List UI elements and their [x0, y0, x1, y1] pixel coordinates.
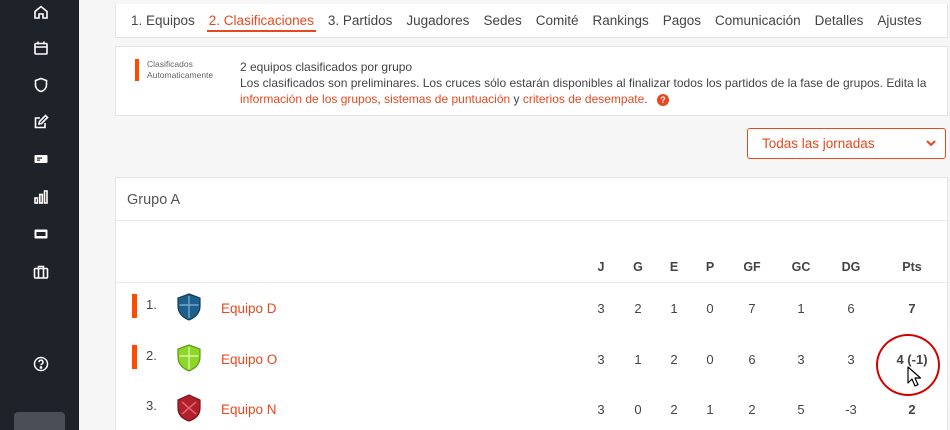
stat-dg: 3: [847, 352, 855, 367]
group-card: Grupo A J G E P GF GC DG Pts 1. Equipo D…: [115, 177, 948, 430]
round-filter-value: Todas las jornadas: [762, 136, 875, 151]
qualified-marker: [132, 294, 137, 318]
stat-gf: 7: [748, 301, 756, 316]
stat-gf: 2: [748, 402, 756, 417]
team-link[interactable]: Equipo D: [221, 301, 277, 316]
header-p: P: [705, 260, 715, 274]
header-g: G: [633, 260, 643, 274]
tab-clasificaciones[interactable]: 2. Clasificaciones: [206, 13, 316, 32]
tab-comunicacion[interactable]: Comunicación: [715, 13, 801, 28]
round-filter-select[interactable]: Todas las jornadas: [747, 128, 946, 159]
stat-e: 2: [670, 352, 678, 367]
qualified-legend-label: Clasificados Automaticamente: [147, 59, 214, 80]
briefcase-icon[interactable]: [31, 262, 51, 282]
edit-icon[interactable]: [31, 112, 51, 132]
table-row: 2. Equipo O 3 1 2 0 6 3 3 4 (-1): [116, 335, 949, 385]
group-info-link[interactable]: información de los grupos: [240, 92, 377, 106]
scoring-systems-link[interactable]: sistemas de puntuación: [384, 92, 510, 106]
ticket-icon[interactable]: [31, 149, 51, 169]
stat-j: 3: [597, 352, 605, 367]
info-links: información de los grupos, sistemas de p…: [240, 91, 940, 107]
stat-gc: 1: [797, 301, 805, 316]
position: 1.: [146, 297, 157, 312]
header-e: E: [669, 260, 679, 274]
tab-bar: 1. Equipos 2. Clasificaciones 3. Partido…: [115, 4, 948, 38]
team-shield-icon: [177, 293, 201, 321]
stat-gc: 3: [797, 352, 805, 367]
sidebar-bottom-button[interactable]: [14, 412, 65, 430]
divider: [116, 220, 947, 221]
team-link[interactable]: Equipo N: [221, 402, 277, 417]
team-link[interactable]: Equipo O: [221, 352, 277, 367]
stats-icon[interactable]: [31, 187, 51, 207]
header-pts: Pts: [902, 260, 922, 274]
position: 2.: [146, 348, 157, 363]
tab-partidos[interactable]: 3. Partidos: [328, 13, 393, 28]
qualified-marker: [132, 345, 137, 369]
help-icon[interactable]: ?: [656, 93, 669, 106]
info-text: 2 equipos clasificados por grupo Los cla…: [240, 59, 940, 107]
tab-ajustes[interactable]: Ajustes: [877, 13, 921, 28]
stat-g: 0: [634, 402, 642, 417]
stat-gf: 6: [748, 352, 756, 367]
stat-e: 2: [670, 402, 678, 417]
header-j: J: [597, 260, 605, 274]
group-title: Grupo A: [127, 192, 181, 208]
info-body: Los clasificados son preliminares. Los c…: [240, 76, 927, 90]
header-gc: GC: [791, 260, 811, 274]
table-row: 3. Equipo N 3 0 2 1 2 5 -3 2: [116, 385, 949, 430]
stat-g: 2: [634, 301, 642, 316]
help-circle-icon[interactable]: [31, 354, 51, 374]
tab-jugadores[interactable]: Jugadores: [406, 13, 469, 28]
chevron-down-icon: [926, 140, 936, 147]
qualified-legend-marker: [135, 59, 139, 81]
stat-dg: 6: [847, 301, 855, 316]
id-card-icon[interactable]: [31, 224, 51, 244]
stat-e: 1: [670, 301, 678, 316]
stat-p: 0: [706, 301, 714, 316]
header-dg: DG: [841, 260, 861, 274]
info-title: 2 equipos clasificados por grupo: [240, 60, 413, 74]
tab-rankings[interactable]: Rankings: [592, 13, 648, 28]
sidebar: [0, 0, 79, 430]
tiebreak-criteria-link[interactable]: criterios de desempate: [523, 92, 644, 106]
mouse-cursor-icon: [907, 366, 922, 387]
divider: [116, 282, 947, 283]
tab-pagos[interactable]: Pagos: [663, 13, 701, 28]
team-shield-icon: [177, 394, 201, 422]
stat-gc: 5: [797, 402, 805, 417]
stat-j: 3: [597, 301, 605, 316]
stat-pts: 2: [908, 402, 916, 417]
stat-p: 0: [706, 352, 714, 367]
home-icon[interactable]: [31, 2, 51, 22]
qualification-info-box: Clasificados Automaticamente 2 equipos c…: [115, 46, 948, 116]
stat-j: 3: [597, 402, 605, 417]
stat-dg: -3: [845, 402, 857, 417]
tab-detalles[interactable]: Detalles: [815, 13, 864, 28]
stat-p: 1: [706, 402, 714, 417]
tab-sedes[interactable]: Sedes: [483, 13, 521, 28]
calendar-icon[interactable]: [31, 38, 51, 58]
stat-g: 1: [634, 352, 642, 367]
header-gf: GF: [743, 260, 761, 274]
tab-equipos[interactable]: 1. Equipos: [131, 13, 195, 28]
stat-pts: 7: [908, 301, 916, 316]
team-shield-icon: [177, 344, 201, 372]
tab-comite[interactable]: Comité: [536, 13, 579, 28]
table-row: 1. Equipo D 3 2 1 0 7 1 6 7: [116, 284, 949, 334]
shield-icon[interactable]: [31, 75, 51, 95]
position: 3.: [146, 398, 157, 413]
